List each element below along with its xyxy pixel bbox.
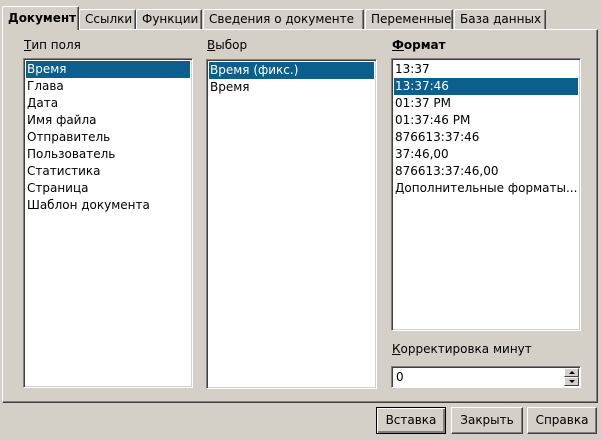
tab-bar: Документ Ссылки Функции Сведения о докум… (2, 6, 598, 30)
tab-document[interactable]: Документ (2, 6, 79, 30)
tab-variables[interactable]: Переменные (365, 9, 453, 29)
tab-references[interactable]: Ссылки (79, 9, 136, 29)
help-button[interactable]: Справка (527, 407, 597, 434)
tab-panel (2, 29, 598, 403)
close-button[interactable]: Закрыть (451, 407, 523, 434)
tab-functions[interactable]: Функции (136, 9, 202, 29)
tab-doc-info[interactable]: Сведения о документе (203, 9, 364, 29)
insert-button[interactable]: Вставка (376, 407, 446, 434)
tab-database[interactable]: База данных (454, 9, 546, 29)
fields-dialog: Документ Ссылки Функции Сведения о докум… (0, 0, 601, 440)
